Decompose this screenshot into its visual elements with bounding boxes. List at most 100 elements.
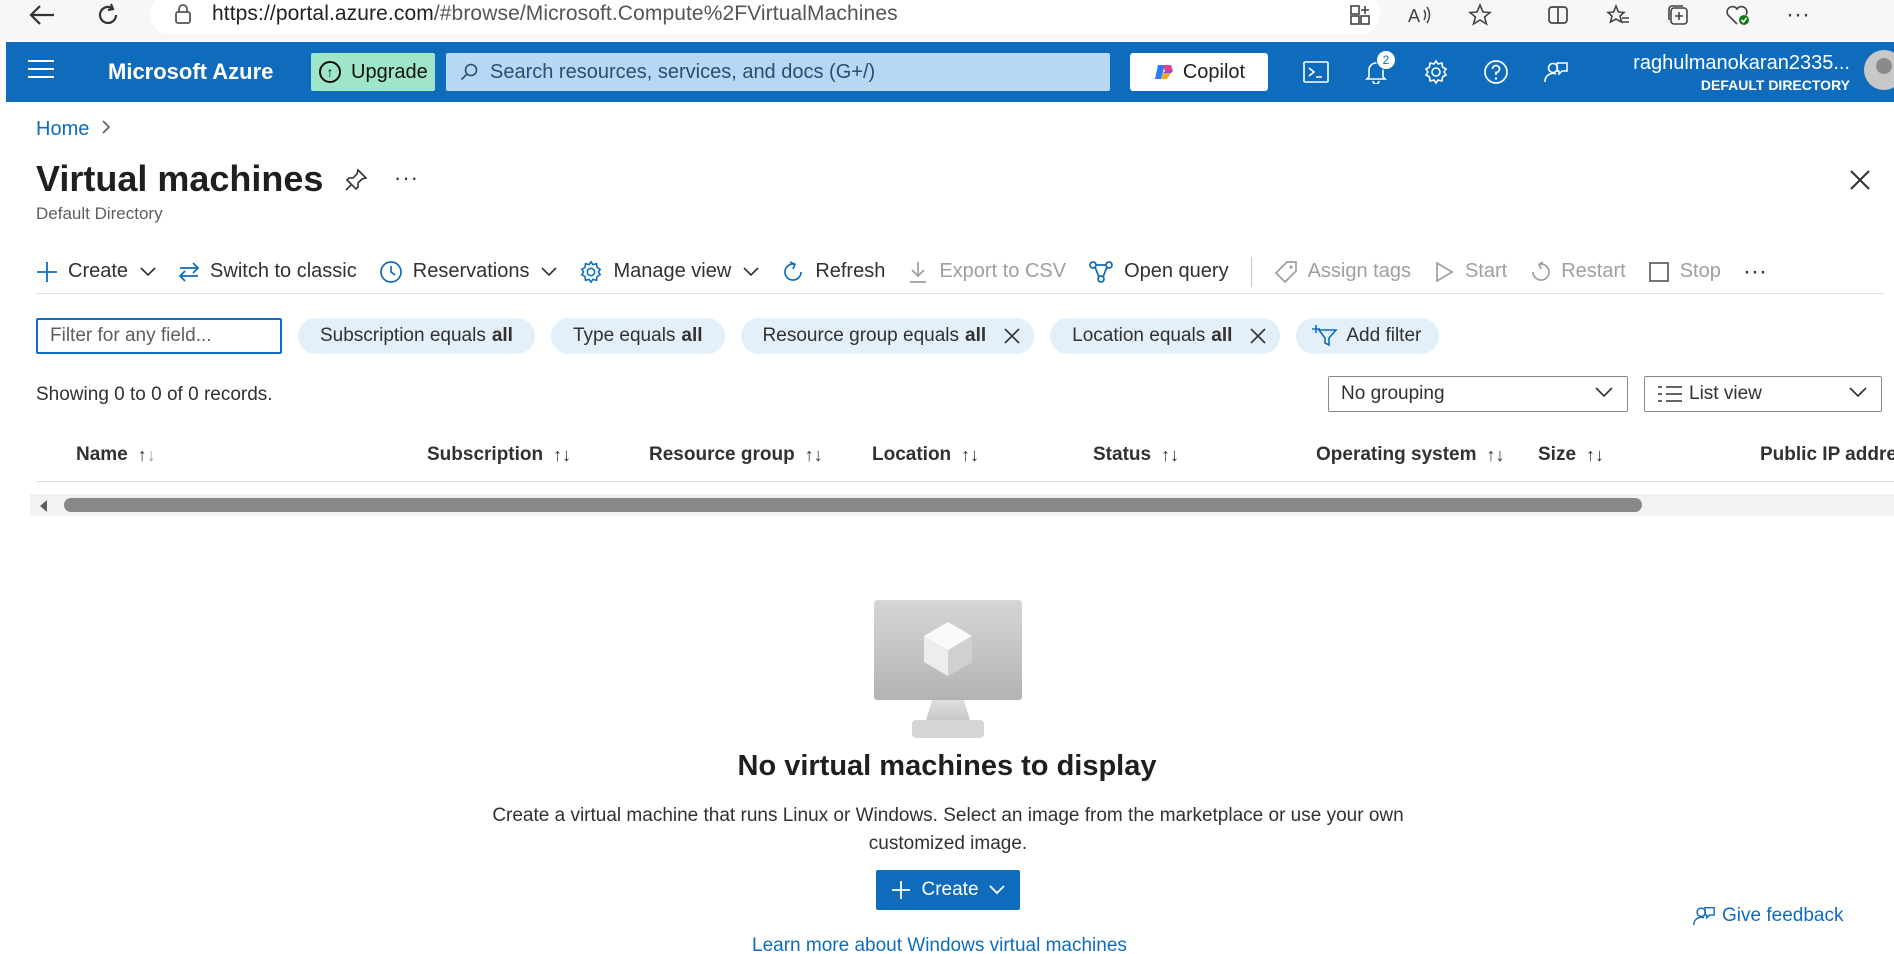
filter-pill-label: Location equals bbox=[1072, 325, 1206, 346]
chevron-down-icon bbox=[140, 266, 156, 276]
sort-icon[interactable]: ↑↓ bbox=[1586, 445, 1604, 466]
more-commands-icon[interactable]: ··· bbox=[1743, 254, 1767, 290]
column-label: Operating system bbox=[1316, 444, 1477, 465]
view-value: List view bbox=[1689, 383, 1762, 404]
svg-text:A: A bbox=[1408, 6, 1420, 26]
notifications-icon[interactable]: 2 bbox=[1360, 50, 1396, 88]
filter-input[interactable] bbox=[36, 318, 282, 354]
column-header-operating-system[interactable]: Operating system ↑↓ bbox=[1316, 444, 1505, 466]
filter-pill-subscription[interactable]: Subscription equals all bbox=[298, 318, 535, 354]
sort-icon[interactable]: ↑↓ bbox=[138, 445, 156, 466]
read-aloud-icon[interactable]: A bbox=[1390, 4, 1450, 26]
query-graph-icon bbox=[1089, 260, 1113, 283]
feedback-person-icon[interactable] bbox=[1540, 56, 1572, 88]
horizontal-scrollbar[interactable] bbox=[30, 494, 1894, 516]
filter-pill-type[interactable]: Type equals all bbox=[550, 318, 725, 354]
open-query-button[interactable]: Open query bbox=[1088, 254, 1229, 290]
column-header-resource-group[interactable]: Resource group ↑↓ bbox=[649, 444, 823, 466]
sort-icon[interactable]: ↑↓ bbox=[1161, 445, 1179, 466]
tag-icon bbox=[1274, 260, 1297, 283]
filter-pill-resource-group[interactable]: Resource group equals all bbox=[740, 318, 1035, 354]
chevron-down-icon bbox=[743, 266, 759, 276]
avatar[interactable] bbox=[1864, 50, 1894, 90]
switch-to-classic-button[interactable]: Switch to classic bbox=[178, 254, 357, 290]
column-label: Public IP address bbox=[1760, 444, 1894, 465]
help-icon[interactable] bbox=[1480, 56, 1512, 88]
manage-view-button[interactable]: Manage view bbox=[579, 254, 759, 290]
filter-pill-label: Type equals bbox=[572, 325, 676, 346]
export-csv-button[interactable]: Export to CSV bbox=[907, 254, 1066, 290]
scrollbar-thumb[interactable] bbox=[64, 498, 1642, 512]
more-icon[interactable]: ··· bbox=[1768, 1, 1828, 29]
stop-label: Stop bbox=[1679, 260, 1721, 282]
download-icon bbox=[910, 261, 927, 283]
menu-icon[interactable] bbox=[28, 60, 54, 84]
column-header-public-ip[interactable]: Public IP address bbox=[1760, 444, 1894, 466]
lock-icon[interactable] bbox=[174, 4, 192, 24]
remove-filter-icon[interactable] bbox=[1004, 328, 1020, 344]
brand-link[interactable]: Microsoft Azure bbox=[108, 59, 273, 85]
create-button[interactable]: Create bbox=[36, 254, 156, 290]
filter-pill-value: all bbox=[491, 325, 513, 346]
chevron-down-icon bbox=[1595, 387, 1613, 398]
address-bar[interactable]: https://portal.azure.com/#browse/Microso… bbox=[150, 0, 1380, 34]
url-text: https://portal.azure.com/#browse/Microso… bbox=[212, 2, 898, 25]
browser-essentials-icon[interactable] bbox=[1708, 3, 1768, 27]
favorites-icon[interactable] bbox=[1588, 3, 1648, 27]
column-header-location[interactable]: Location ↑↓ bbox=[872, 444, 979, 466]
back-icon[interactable] bbox=[24, 0, 60, 30]
collections-icon[interactable] bbox=[1648, 3, 1708, 27]
learn-more-link[interactable]: Learn more about Windows virtual machine… bbox=[752, 935, 1127, 954]
breadcrumb: Home bbox=[36, 118, 111, 141]
table-header: Name ↑↓ Subscription ↑↓ Resource group ↑↓ L… bbox=[36, 436, 1894, 482]
filter-bar: Subscription equalsall Type equalsall Re… bbox=[36, 318, 1455, 354]
refresh-button[interactable]: Refresh bbox=[781, 254, 885, 290]
scroll-left-icon[interactable] bbox=[40, 500, 47, 512]
column-header-status[interactable]: Status ↑↓ bbox=[1093, 444, 1179, 466]
grouping-dropdown[interactable]: No grouping bbox=[1328, 376, 1628, 412]
give-feedback-link[interactable]: Give feedback bbox=[1692, 904, 1843, 928]
reservations-label: Reservations bbox=[412, 260, 530, 282]
more-options-icon[interactable]: ··· bbox=[394, 165, 419, 191]
copilot-button[interactable]: Copilot bbox=[1130, 53, 1268, 91]
column-header-subscription[interactable]: Subscription ↑↓ bbox=[427, 444, 571, 466]
close-icon[interactable] bbox=[1846, 166, 1874, 194]
favorite-icon[interactable] bbox=[1450, 3, 1510, 27]
command-bar: Create Switch to classic Reservations Ma… bbox=[36, 250, 1884, 294]
remove-filter-icon[interactable] bbox=[1250, 328, 1266, 344]
breadcrumb-home[interactable]: Home bbox=[36, 118, 89, 141]
sort-icon[interactable]: ↑↓ bbox=[961, 445, 979, 466]
account-name: raghulmanokaran2335... bbox=[1633, 52, 1850, 74]
column-header-name[interactable]: Name ↑↓ bbox=[76, 444, 156, 466]
account-directory: DEFAULT DIRECTORY bbox=[1700, 77, 1850, 93]
view-dropdown[interactable]: List view bbox=[1644, 376, 1882, 412]
pin-icon[interactable] bbox=[344, 168, 368, 192]
refresh-icon[interactable] bbox=[90, 0, 126, 30]
upgrade-button[interactable]: ↑ Upgrade bbox=[311, 53, 435, 91]
create-vm-button[interactable]: Create bbox=[876, 870, 1020, 910]
upgrade-label: Upgrade bbox=[351, 60, 428, 83]
cloud-shell-icon[interactable] bbox=[1300, 56, 1332, 88]
restart-button[interactable]: Restart bbox=[1529, 254, 1626, 290]
settings-gear-icon[interactable] bbox=[1420, 56, 1452, 88]
column-header-size[interactable]: Size ↑↓ bbox=[1538, 444, 1604, 466]
apps-icon[interactable] bbox=[1330, 4, 1390, 26]
assign-tags-button[interactable]: Assign tags bbox=[1274, 254, 1411, 290]
copilot-label: Copilot bbox=[1182, 60, 1246, 83]
sort-icon[interactable]: ↑↓ bbox=[805, 445, 823, 466]
reservations-button[interactable]: Reservations bbox=[379, 254, 558, 290]
sort-icon[interactable]: ↑↓ bbox=[553, 445, 571, 466]
stop-button[interactable]: Stop bbox=[1648, 254, 1721, 290]
assign-tags-label: Assign tags bbox=[1307, 260, 1411, 282]
add-filter-button[interactable]: Add filter bbox=[1296, 318, 1440, 354]
split-screen-icon[interactable] bbox=[1528, 4, 1588, 26]
start-button[interactable]: Start bbox=[1433, 254, 1507, 290]
command-divider bbox=[1250, 256, 1252, 287]
notification-badge: 2 bbox=[1376, 50, 1396, 70]
sort-icon[interactable]: ↑↓ bbox=[1487, 445, 1505, 466]
account-menu[interactable]: raghulmanokaran2335... DEFAULT DIRECTORY bbox=[1614, 52, 1850, 93]
global-search[interactable] bbox=[446, 53, 1110, 91]
search-input[interactable] bbox=[490, 60, 1090, 84]
filter-pill-location[interactable]: Location equals all bbox=[1050, 318, 1281, 354]
filter-pill-label: Subscription equals bbox=[320, 325, 486, 346]
